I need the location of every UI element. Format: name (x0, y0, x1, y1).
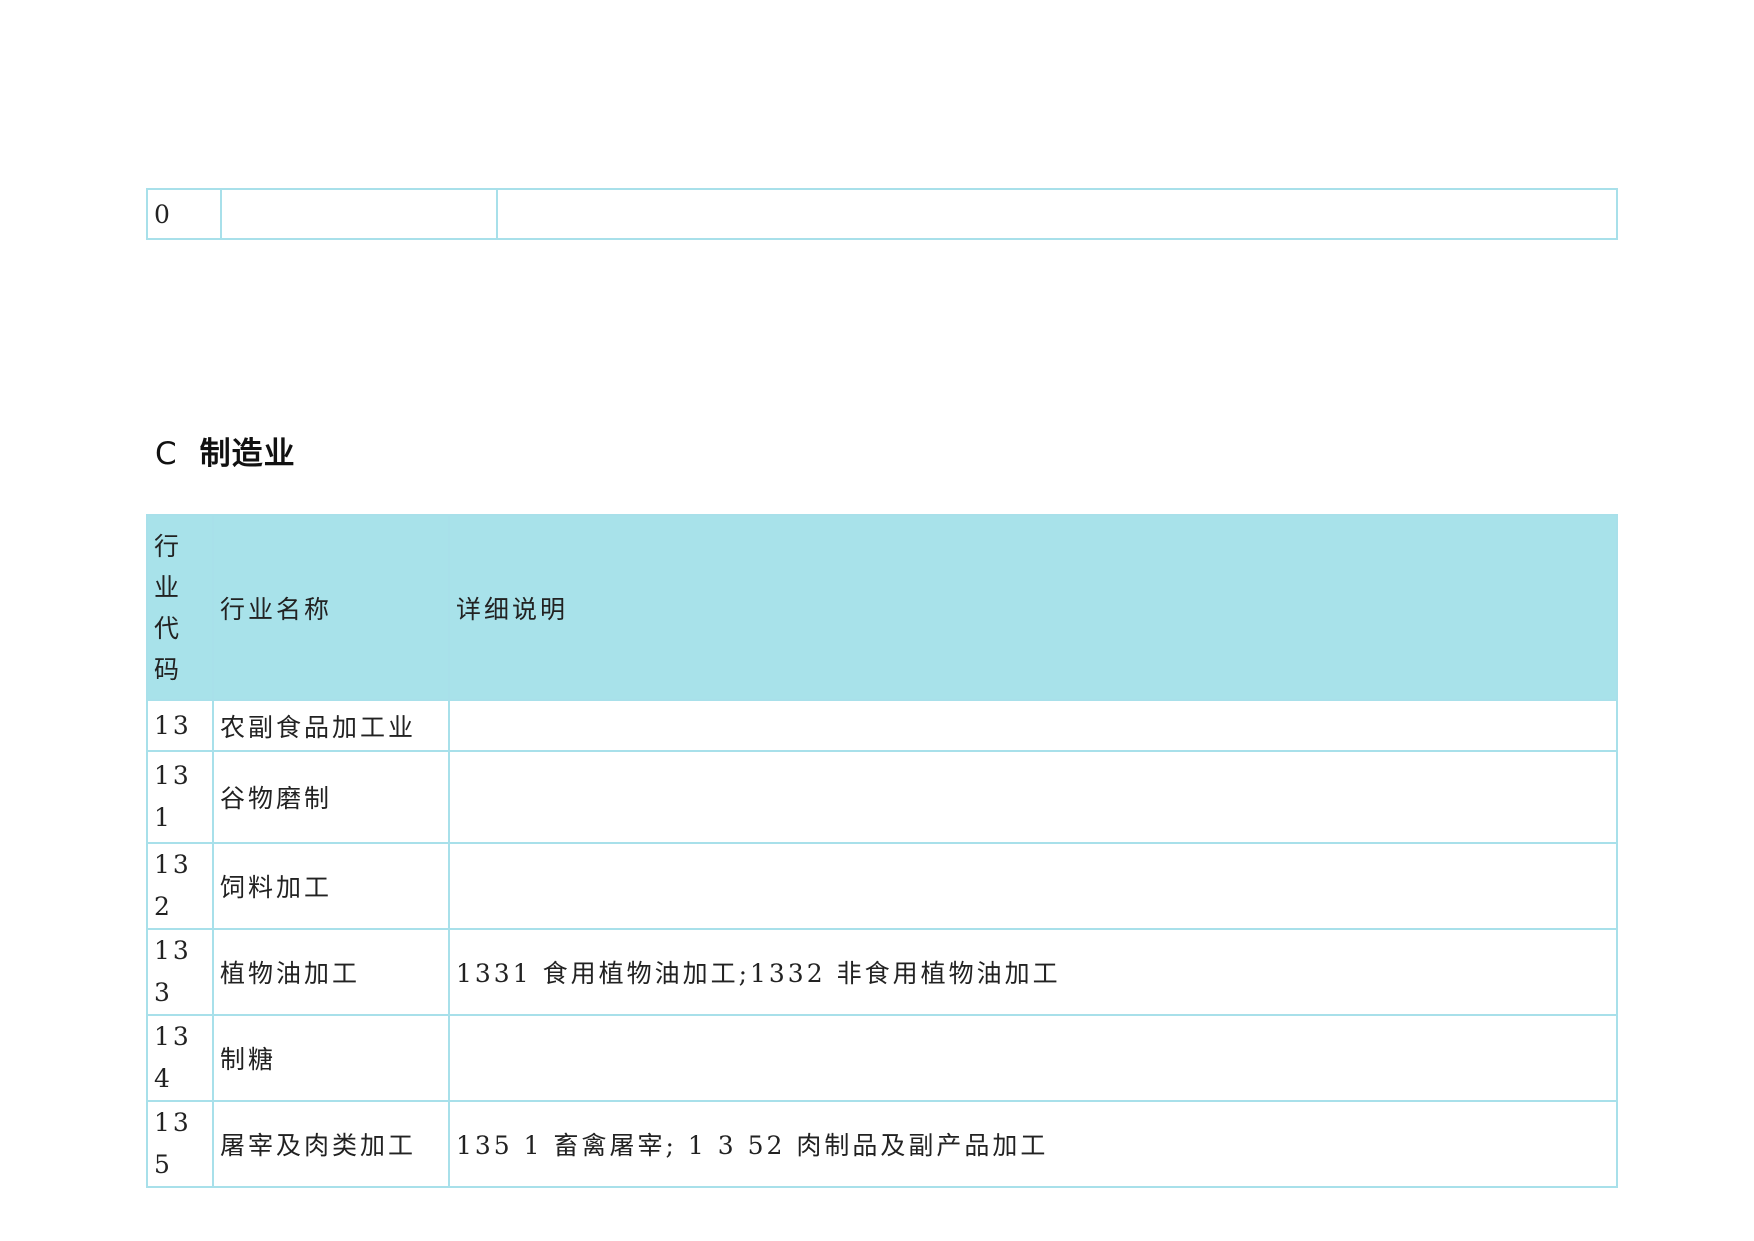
header-name: 行业名称 (212, 514, 450, 701)
detail-cell (448, 842, 1618, 930)
code-cell: 132 (146, 842, 214, 930)
name-cell: 谷物磨制 (212, 750, 450, 844)
table-row: 13 农副食品加工业 (146, 699, 1618, 752)
code-cell: 131 (146, 750, 214, 844)
detail-cell: 135 1 畜禽屠宰; 1 3 52 肉制品及副产品加工 (448, 1100, 1618, 1188)
name-cell: 屠宰及肉类加工 (212, 1100, 450, 1188)
detail-cell (448, 750, 1618, 844)
detail-cell (448, 1014, 1618, 1102)
name-cell: 农副食品加工业 (212, 699, 450, 752)
table-row: 135 屠宰及肉类加工 135 1 畜禽屠宰; 1 3 52 肉制品及副产品加工 (146, 1100, 1618, 1188)
header-code: 行 业 代 码 (146, 514, 214, 701)
header-code-char: 行 (154, 531, 183, 561)
header-code-char: 代 (154, 613, 183, 643)
table-row: 132 饲料加工 (146, 842, 1618, 930)
header-code-char: 业 (154, 572, 183, 602)
name-cell (220, 188, 498, 240)
table-row: 0 (146, 188, 1618, 240)
previous-table-fragment: 0 (146, 188, 1618, 240)
code-cell: 13 (146, 699, 214, 752)
table-row: 131 谷物磨制 (146, 750, 1618, 844)
section-letter: C (155, 436, 178, 472)
table-row: 133 植物油加工 1331 食用植物油加工;1332 非食用植物油加工 (146, 928, 1618, 1016)
header-code-char: 码 (154, 654, 183, 684)
name-cell: 植物油加工 (212, 928, 450, 1016)
code-cell: 133 (146, 928, 214, 1016)
code-cell: 0 (146, 188, 222, 240)
code-cell: 135 (146, 1100, 214, 1188)
table-row: 134 制糖 (146, 1014, 1618, 1102)
detail-cell (496, 188, 1618, 240)
header-detail: 详细说明 (448, 514, 1618, 701)
section-heading: C 制造业 (155, 428, 296, 473)
detail-cell (448, 699, 1618, 752)
section-title: 制造业 (199, 436, 296, 472)
code-cell: 134 (146, 1014, 214, 1102)
name-cell: 制糖 (212, 1014, 450, 1102)
table-header-row: 行 业 代 码 行业名称 详细说明 (146, 514, 1618, 701)
industry-table: 行 业 代 码 行业名称 详细说明 13 农副食品加工业 131 谷物磨制 13… (146, 514, 1618, 1188)
name-cell: 饲料加工 (212, 842, 450, 930)
detail-cell: 1331 食用植物油加工;1332 非食用植物油加工 (448, 928, 1618, 1016)
